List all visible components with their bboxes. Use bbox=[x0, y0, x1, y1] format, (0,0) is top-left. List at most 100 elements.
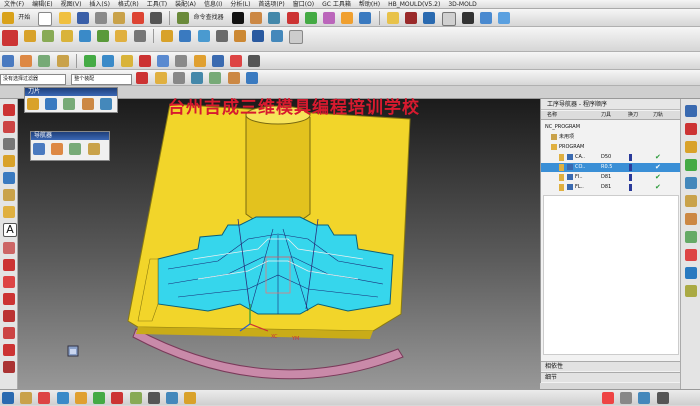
command-finder-icon[interactable] bbox=[177, 12, 190, 24]
render-style-icon[interactable] bbox=[359, 12, 372, 24]
tree-unused[interactable]: 未用项 bbox=[541, 133, 681, 142]
operation-row[interactable]: FI.. D81 ✔ bbox=[541, 173, 681, 182]
hole-drill-icon[interactable] bbox=[102, 55, 115, 67]
menu-item[interactable]: 编辑(E) bbox=[28, 0, 56, 9]
details-section[interactable]: 细节 bbox=[541, 372, 681, 382]
orient-icon[interactable] bbox=[286, 12, 299, 24]
toolbar-options-icon[interactable] bbox=[288, 30, 303, 44]
fillet-icon[interactable] bbox=[3, 276, 15, 288]
method-icon[interactable] bbox=[78, 30, 91, 42]
filter-combo[interactable]: 没有选择过滤器 bbox=[0, 74, 66, 85]
pattern-icon[interactable] bbox=[3, 189, 15, 201]
tray-mic-icon[interactable] bbox=[620, 392, 633, 404]
menu-item[interactable]: 视图(V) bbox=[57, 0, 86, 9]
col-tool[interactable]: 刀具 bbox=[601, 111, 611, 120]
taskbar-network-icon[interactable] bbox=[166, 392, 179, 404]
tray-network-icon[interactable] bbox=[638, 392, 651, 404]
tree-program[interactable]: PROGRAM bbox=[541, 143, 681, 152]
spline-icon[interactable] bbox=[3, 242, 15, 254]
col-path[interactable]: 刀轨 bbox=[653, 111, 663, 120]
start-icon[interactable] bbox=[2, 12, 14, 24]
verify-path-icon[interactable] bbox=[197, 30, 210, 42]
snap-center-icon[interactable] bbox=[209, 72, 222, 84]
operation-icon[interactable] bbox=[97, 30, 110, 42]
hide-icon[interactable] bbox=[423, 12, 436, 24]
palette-icon[interactable] bbox=[685, 285, 697, 297]
menu-item[interactable]: GC 工具箱 bbox=[318, 0, 355, 9]
cam-create-icon[interactable] bbox=[2, 30, 18, 46]
bridge-icon[interactable] bbox=[3, 361, 15, 373]
machine-nav-icon[interactable] bbox=[685, 159, 697, 171]
dependencies-section[interactable]: 相依性 bbox=[541, 361, 681, 371]
extrude-icon[interactable] bbox=[3, 155, 15, 167]
operation-row[interactable]: FL.. D81 ✔ bbox=[541, 183, 681, 192]
mill-contour-icon[interactable] bbox=[138, 55, 151, 67]
snap-on-curve-icon[interactable] bbox=[245, 72, 258, 84]
menu-item[interactable]: 工具(T) bbox=[143, 0, 171, 9]
tool-icon[interactable] bbox=[42, 30, 55, 42]
taskbar-start-icon[interactable] bbox=[2, 392, 14, 404]
paste-icon[interactable] bbox=[113, 12, 126, 24]
navigator-empty-area[interactable] bbox=[543, 195, 679, 355]
web-browser-icon[interactable] bbox=[685, 267, 697, 279]
check-icon[interactable] bbox=[84, 55, 97, 67]
chamfer-icon[interactable] bbox=[3, 293, 15, 305]
taskbar-media-icon[interactable] bbox=[93, 392, 106, 404]
delete-icon[interactable] bbox=[131, 12, 144, 24]
machine-tool-view-icon[interactable] bbox=[20, 55, 33, 67]
snap-end-icon[interactable] bbox=[172, 72, 185, 84]
text-icon[interactable]: A bbox=[3, 223, 17, 237]
system-material-icon[interactable] bbox=[685, 213, 697, 225]
geometry-view-icon[interactable] bbox=[38, 55, 51, 67]
tool-lib-icon[interactable] bbox=[99, 98, 112, 110]
method-view-icon[interactable] bbox=[56, 55, 69, 67]
reuse-library-icon[interactable] bbox=[685, 177, 697, 189]
snap-point-icon[interactable] bbox=[154, 72, 167, 84]
postprocess-icon[interactable] bbox=[234, 30, 247, 42]
start-button[interactable]: 开始 bbox=[18, 9, 30, 27]
mill-planar-icon[interactable] bbox=[120, 55, 133, 67]
menu-item[interactable]: 格式(R) bbox=[114, 0, 143, 9]
nav-method-icon[interactable] bbox=[87, 143, 100, 155]
command-finder-button[interactable]: 命令查找器 bbox=[194, 9, 224, 27]
rotate-icon[interactable] bbox=[323, 12, 336, 24]
col-tool-change[interactable]: 换刀 bbox=[628, 111, 638, 120]
menu-item[interactable]: 插入(S) bbox=[85, 0, 114, 9]
menu-item[interactable]: 帮助(H) bbox=[355, 0, 384, 9]
process-studio-icon[interactable] bbox=[685, 231, 697, 243]
menu-item[interactable]: 分析(L) bbox=[226, 0, 254, 9]
tray-volume-icon[interactable] bbox=[656, 392, 669, 404]
nav-program-icon[interactable] bbox=[33, 143, 45, 155]
background-color-icon[interactable] bbox=[461, 12, 474, 24]
output-cls-icon[interactable] bbox=[270, 30, 283, 42]
mill-multi-axis-icon[interactable] bbox=[157, 55, 170, 67]
taskbar-settings-icon[interactable] bbox=[147, 392, 160, 404]
project-icon[interactable] bbox=[3, 327, 15, 339]
taskbar-explorer-icon[interactable] bbox=[20, 392, 33, 404]
path-display-icon[interactable] bbox=[211, 55, 224, 67]
new-file-icon[interactable] bbox=[38, 12, 53, 26]
mill-icon[interactable] bbox=[27, 98, 39, 110]
menu-item[interactable]: 文件(F) bbox=[0, 0, 28, 9]
zoom-icon[interactable] bbox=[304, 12, 317, 24]
section-icon[interactable] bbox=[405, 12, 418, 24]
program-order-icon[interactable] bbox=[2, 55, 14, 67]
tool-holder-icon[interactable] bbox=[81, 98, 94, 110]
navigator-panel-title[interactable]: 导航器 bbox=[31, 132, 109, 140]
geometry-icon[interactable] bbox=[60, 30, 73, 42]
undo-icon[interactable] bbox=[149, 12, 162, 24]
col-name[interactable]: 名称 bbox=[547, 111, 557, 120]
join-icon[interactable] bbox=[3, 344, 15, 356]
shop-doc-icon[interactable] bbox=[252, 30, 265, 42]
save-icon[interactable] bbox=[76, 12, 89, 24]
menu-item[interactable]: HB_MOULD(V5.2) bbox=[384, 0, 444, 9]
nav-geometry-icon[interactable] bbox=[69, 143, 82, 155]
drill-icon[interactable] bbox=[45, 98, 58, 110]
roles-icon[interactable] bbox=[685, 249, 697, 261]
block-icon[interactable] bbox=[3, 172, 15, 184]
edit-icon[interactable] bbox=[115, 30, 128, 42]
taskbar-record-icon[interactable] bbox=[111, 392, 124, 404]
selection-icon[interactable] bbox=[136, 72, 149, 84]
mirror-icon[interactable] bbox=[3, 310, 15, 322]
cut-icon[interactable] bbox=[95, 12, 108, 24]
